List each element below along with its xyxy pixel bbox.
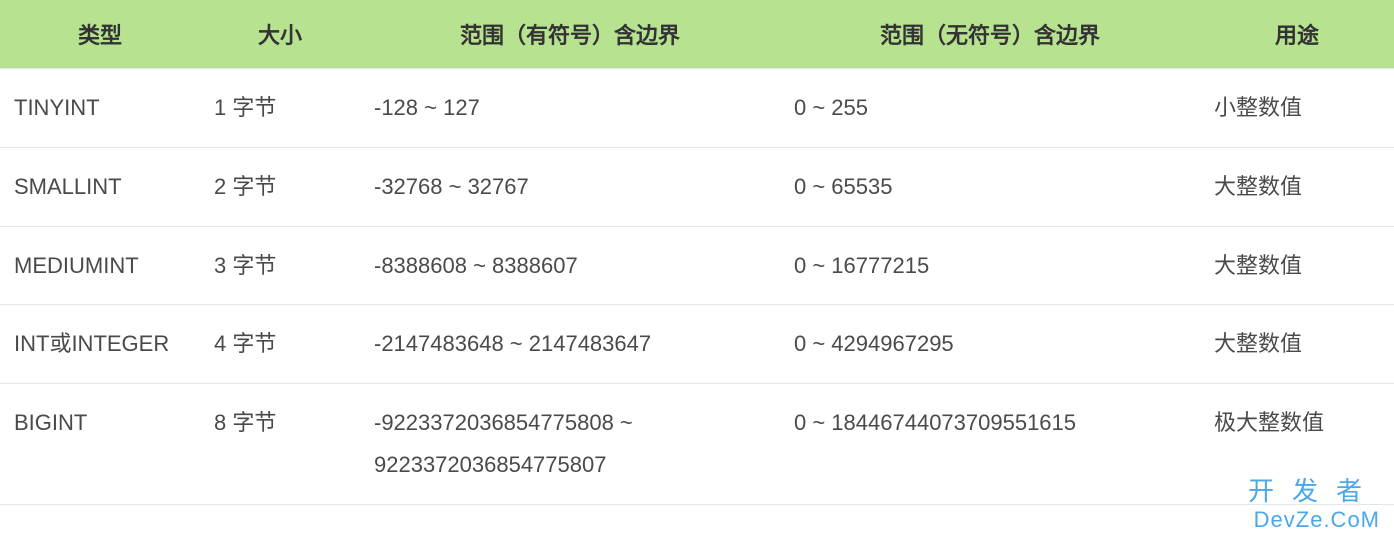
table-row: INT或INTEGER 4 字节 -2147483648 ~ 214748364…: [0, 305, 1394, 384]
header-unsigned: 范围（无符号）含边界: [780, 0, 1200, 69]
table-header-row: 类型 大小 范围（有符号）含边界 范围（无符号）含边界 用途: [0, 0, 1394, 69]
cell-type: INT或INTEGER: [0, 305, 200, 384]
cell-signed: -32768 ~ 32767: [360, 147, 780, 226]
cell-usage: 小整数值: [1200, 69, 1394, 148]
cell-type: TINYINT: [0, 69, 200, 148]
cell-usage: 大整数值: [1200, 305, 1394, 384]
cell-unsigned: 0 ~ 255: [780, 69, 1200, 148]
cell-unsigned: 0 ~ 65535: [780, 147, 1200, 226]
header-usage: 用途: [1200, 0, 1394, 69]
cell-type: MEDIUMINT: [0, 226, 200, 305]
watermark-line2: DevZe.CoM: [1248, 507, 1380, 532]
cell-unsigned: 0 ~ 4294967295: [780, 305, 1200, 384]
cell-usage: 大整数值: [1200, 147, 1394, 226]
cell-signed: -128 ~ 127: [360, 69, 780, 148]
cell-usage: 极大整数值: [1200, 384, 1394, 505]
cell-unsigned: 0 ~ 18446744073709551615: [780, 384, 1200, 505]
table-row: SMALLINT 2 字节 -32768 ~ 32767 0 ~ 65535 大…: [0, 147, 1394, 226]
datatypes-table: 类型 大小 范围（有符号）含边界 范围（无符号）含边界 用途 TINYINT 1…: [0, 0, 1394, 505]
cell-type: BIGINT: [0, 384, 200, 505]
header-size: 大小: [200, 0, 360, 69]
table-row: MEDIUMINT 3 字节 -8388608 ~ 8388607 0 ~ 16…: [0, 226, 1394, 305]
cell-size: 8 字节: [200, 384, 360, 505]
cell-usage: 大整数值: [1200, 226, 1394, 305]
header-signed: 范围（有符号）含边界: [360, 0, 780, 69]
cell-size: 4 字节: [200, 305, 360, 384]
header-type: 类型: [0, 0, 200, 69]
cell-type: SMALLINT: [0, 147, 200, 226]
table-row: TINYINT 1 字节 -128 ~ 127 0 ~ 255 小整数值: [0, 69, 1394, 148]
cell-signed: -2147483648 ~ 2147483647: [360, 305, 780, 384]
cell-signed: -9223372036854775808 ~ 92233720368547758…: [360, 384, 780, 505]
cell-size: 1 字节: [200, 69, 360, 148]
table-row: BIGINT 8 字节 -9223372036854775808 ~ 92233…: [0, 384, 1394, 505]
cell-size: 3 字节: [200, 226, 360, 305]
cell-size: 2 字节: [200, 147, 360, 226]
cell-unsigned: 0 ~ 16777215: [780, 226, 1200, 305]
cell-signed: -8388608 ~ 8388607: [360, 226, 780, 305]
